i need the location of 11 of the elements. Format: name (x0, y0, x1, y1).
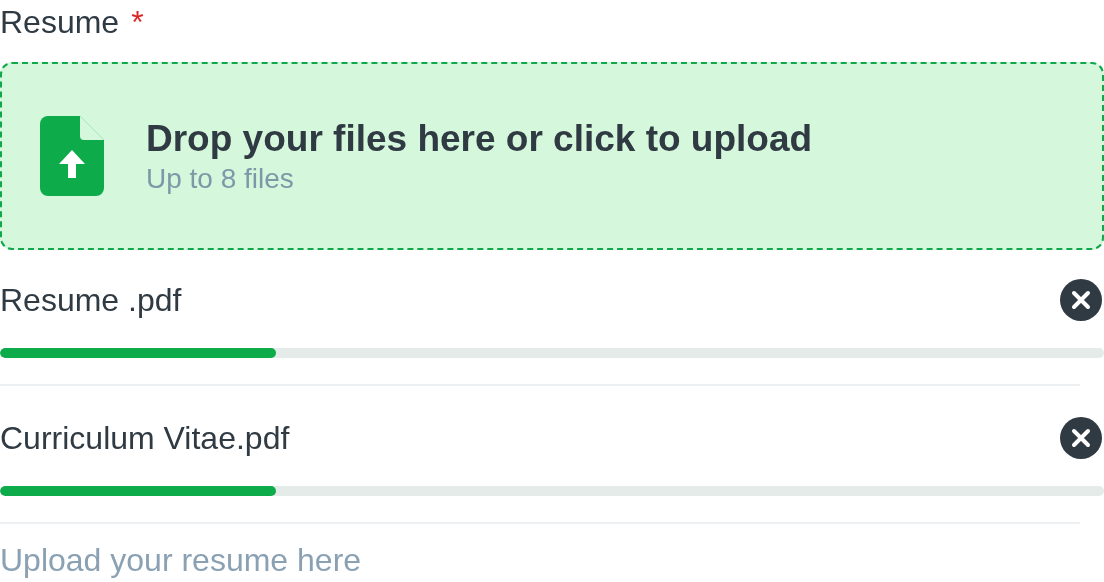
file-name: Curriculum Vitae.pdf (0, 419, 290, 458)
remove-icon[interactable] (1060, 417, 1102, 459)
file-upload-icon (40, 116, 104, 196)
remove-icon[interactable] (1060, 279, 1102, 321)
field-label: Resume (0, 3, 120, 42)
required-mark: * (131, 3, 144, 42)
dropzone-title: Drop your files here or click to upload (146, 117, 813, 161)
dropzone-subtitle: Up to 8 files (146, 162, 295, 196)
dropzone[interactable]: Drop your files here or click to upload Up to 8 files (0, 62, 1104, 250)
file-name: Resume .pdf (0, 281, 182, 320)
helper-text: Upload your resume here (0, 542, 362, 578)
